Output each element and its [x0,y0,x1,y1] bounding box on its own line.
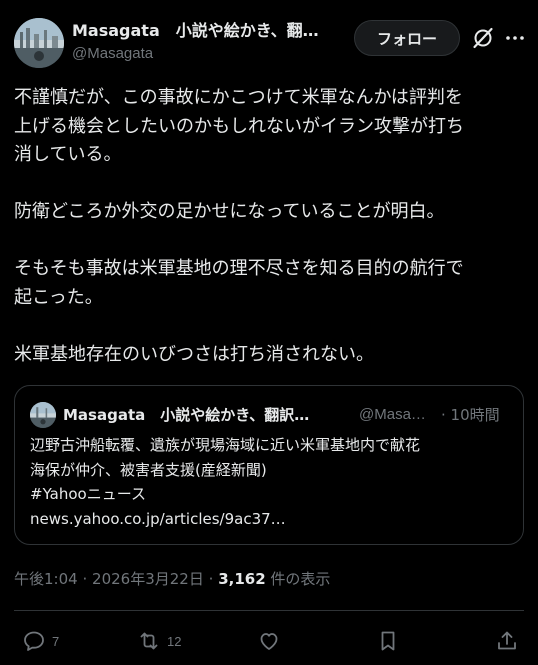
post-time[interactable]: 午後1:04 [14,570,78,588]
tweet-header: Masagata 小説や絵かき、翻… @Masagata フォロー [14,16,524,68]
quoted-header: Masagata 小説や絵かき、翻訳… @Masa… · 10時間 [63,404,513,426]
reply-button[interactable]: 7 [22,626,59,656]
repost-button[interactable]: 12 [137,626,181,656]
quoted-display-name[interactable]: Masagata 小説や絵かき、翻訳… [63,404,345,426]
author-display-name[interactable]: Masagata 小説や絵かき、翻… [72,20,352,42]
follow-button[interactable]: フォロー [354,20,460,56]
like-button[interactable] [257,626,287,656]
author-handle[interactable]: @Masagata [72,43,352,65]
tweet-line: 防衛どころか外交の足かせになっていることが明白。 [14,201,445,222]
action-bar: 7 12 [0,626,538,656]
quoted-tweet-card[interactable]: Masagata 小説や絵かき、翻訳… @Masa… · 10時間 辺野古沖船転… [14,385,524,545]
quoted-timestamp[interactable]: · 10時間 [441,404,500,426]
tweet-line: 米軍基地存在のいびつさは打ち消されない。 [14,343,374,365]
repost-icon [137,629,161,653]
divider [14,610,524,611]
quoted-line: 海保が仲介、被害者支援(産経新聞) [30,460,267,479]
author-info[interactable]: Masagata 小説や絵かき、翻… @Masagata [72,20,352,65]
quoted-line: 辺野古沖船転覆、遺族が現場海域に近い米軍基地内で献花 [30,436,421,454]
meta-separator: · [82,570,88,588]
bookmark-icon [376,629,400,653]
tweet-text: 不謹慎だが、この事故にかこつけて米軍なんかは評判を 上げる機会としたいのかもしれ… [14,84,526,369]
grok-icon[interactable] [471,26,495,50]
share-icon [495,629,519,653]
avatar[interactable] [14,18,64,68]
heart-icon [257,629,281,653]
share-button[interactable] [495,626,519,656]
bookmark-button[interactable] [376,626,400,656]
quoted-avatar[interactable] [30,402,56,428]
reply-icon [22,629,46,653]
profile-photo-icon [30,402,56,428]
tweet-meta: 午後1:04 · 2026年3月22日 · 3,162 件の表示 [14,568,330,590]
more-icon[interactable] [503,26,527,50]
profile-photo-icon [14,18,64,68]
meta-separator: · [208,570,214,588]
views-count: 3,162 [218,570,266,588]
reply-count: 7 [52,633,60,649]
quoted-handle[interactable]: @Masa… [359,404,435,426]
quoted-text: 辺野古沖船転覆、遺族が現場海域に近い米軍基地内で献花 海保が仲介、被害者支援(産… [30,433,510,531]
tweet-line: 上げる機会としたいのかもしれないがイラン攻撃が打ち [14,115,464,137]
tweet-line: 消している。 [14,144,122,165]
tweet-line: 起こった。 [14,286,103,308]
tweet-line: 不謹慎だが、この事故にかこつけて米軍なんかは評判を [14,87,463,108]
quoted-hashtag[interactable]: #Yahooニュース [30,482,510,507]
tweet-line: そもそも事故は米軍基地の理不尽さを知る目的の航行で [14,258,464,279]
post-date[interactable]: 2026年3月22日 [92,570,204,588]
repost-count: 12 [167,633,182,649]
views-label: 件の表示 [270,570,331,588]
quoted-link[interactable]: news.yahoo.co.jp/articles/9ac37… [30,507,510,532]
